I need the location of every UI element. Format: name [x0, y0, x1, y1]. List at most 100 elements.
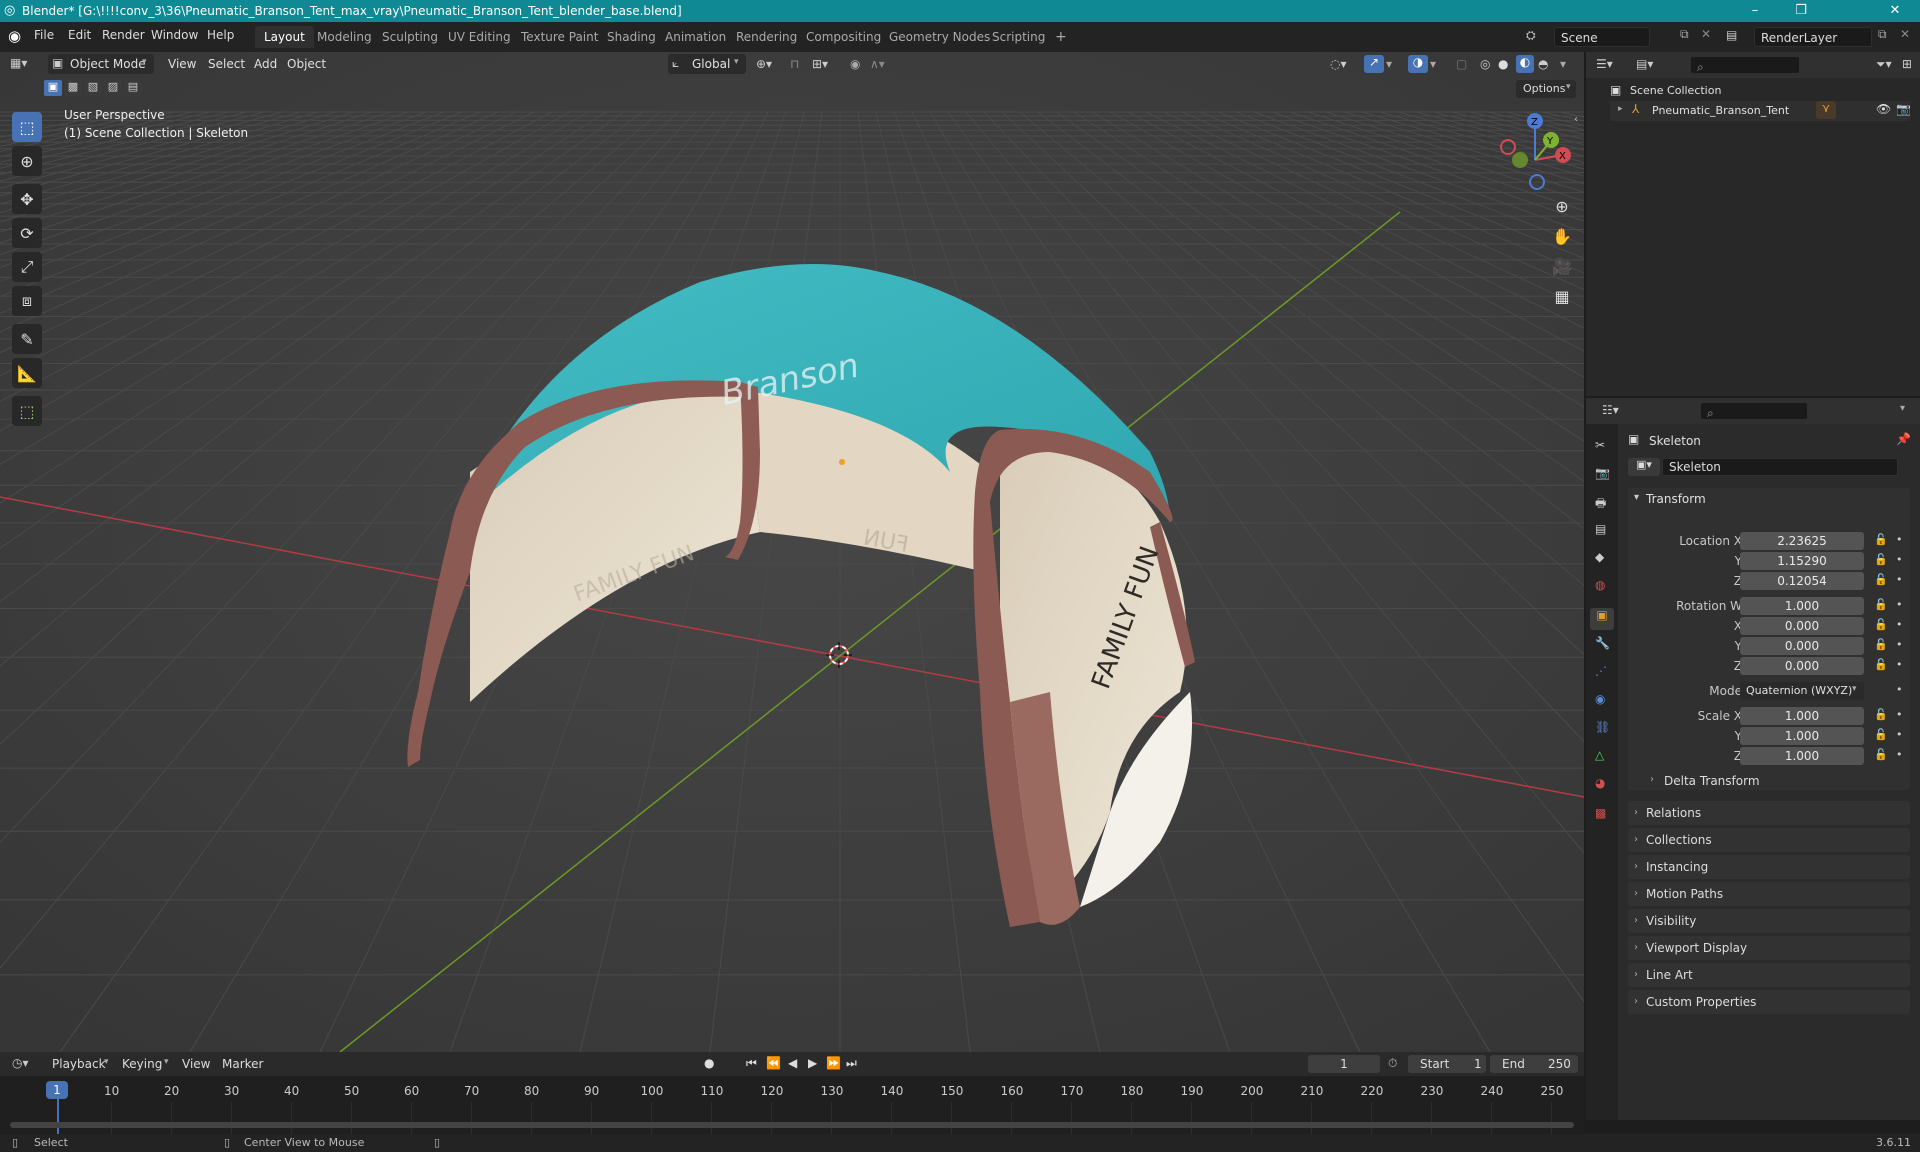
minimize-button[interactable]: –	[1732, 0, 1778, 22]
location-x-field[interactable]: 2.23625	[1740, 532, 1864, 550]
annotate-tool[interactable]: ✎	[12, 324, 42, 354]
armature-data-icon[interactable]: ⋎	[1816, 101, 1836, 119]
transform-tool[interactable]: ⧈	[12, 286, 42, 316]
select-subtract-icon[interactable]: ▧	[84, 80, 102, 96]
unlock-icon[interactable]: 🔓	[1874, 658, 1888, 671]
pan-hand-icon[interactable]: ✋	[1548, 222, 1576, 250]
location-z-field[interactable]: 0.12054	[1740, 572, 1864, 590]
prev-keyframe-icon[interactable]: ⏪	[766, 1056, 781, 1070]
next-keyframe-icon[interactable]: ⏩	[826, 1056, 841, 1070]
proportional-edit-icon[interactable]: ◉	[850, 57, 860, 71]
location-y-field[interactable]: 1.15290	[1740, 552, 1864, 570]
unlock-icon[interactable]: 🔓	[1874, 708, 1888, 721]
tab-uv-editing[interactable]: UV Editing	[439, 26, 520, 48]
menu-edit[interactable]: Edit	[68, 28, 91, 42]
keyframe-dot-icon[interactable]: •	[1896, 748, 1903, 761]
properties-editor-icon[interactable]: ☷▾	[1602, 403, 1619, 417]
view-layer-tab-icon[interactable]: ▤	[1595, 522, 1606, 536]
end-frame-field[interactable]: End 250	[1490, 1055, 1578, 1073]
add-cube-tool[interactable]: ⬚	[12, 396, 42, 426]
mode-dropdown[interactable]: ▣ Object Mode ▾	[48, 54, 154, 74]
data-tab-icon[interactable]: △	[1595, 748, 1604, 762]
keyframe-dot-icon[interactable]: •	[1896, 658, 1903, 671]
unlock-icon[interactable]: 🔓	[1874, 618, 1888, 631]
select-extend-icon[interactable]: ▩	[64, 80, 82, 96]
keyframe-dot-icon[interactable]: •	[1896, 598, 1903, 611]
panel-collections[interactable]: › Collections	[1628, 828, 1910, 852]
unlock-icon[interactable]: 🔓	[1874, 748, 1888, 761]
tab-geometry-nodes[interactable]: Geometry Nodes	[880, 26, 999, 48]
keyframe-dot-icon[interactable]: •	[1896, 553, 1903, 566]
timeline-menu-marker[interactable]: Marker	[222, 1057, 263, 1071]
timeline-scrollbar[interactable]	[10, 1122, 1574, 1128]
jump-start-icon[interactable]: ⏮	[746, 1056, 757, 1071]
outliner-editor-icon[interactable]: ☰▾	[1596, 57, 1613, 71]
unlock-icon[interactable]: 🔓	[1874, 553, 1888, 566]
material-tab-icon[interactable]: ◕	[1595, 776, 1605, 790]
snap-target-icon[interactable]: ⊞▾	[812, 57, 828, 71]
playhead[interactable]: 1	[46, 1081, 68, 1099]
visibility-icon[interactable]: ◌▾	[1330, 57, 1347, 71]
menu-window[interactable]: Window	[151, 28, 198, 42]
texture-tab-icon[interactable]: ▩	[1595, 806, 1606, 820]
object-name-field[interactable]: Skeleton	[1662, 458, 1898, 476]
keyframe-dot-icon[interactable]: •	[1896, 708, 1903, 721]
maximize-button[interactable]: ❐	[1778, 0, 1824, 22]
xray-icon[interactable]: ▢	[1456, 57, 1467, 71]
rotation-z-field[interactable]: 0.000	[1740, 657, 1864, 675]
snap-icon[interactable]: ⊓	[790, 57, 799, 71]
pivot-point-icon[interactable]: ⊕▾	[756, 57, 772, 71]
scale-y-field[interactable]: 1.000	[1740, 727, 1864, 745]
scene-tab-icon[interactable]: ◆	[1595, 550, 1604, 564]
scale-tool[interactable]: ⤢	[12, 252, 42, 282]
select-invert-icon[interactable]: ▨	[104, 80, 122, 96]
chevron-down-icon[interactable]: ▾	[1430, 57, 1436, 71]
rotation-x-field[interactable]: 0.000	[1740, 617, 1864, 635]
tab-texture-paint[interactable]: Texture Paint	[512, 26, 607, 48]
outliner-search-input[interactable]: ⌕	[1690, 56, 1800, 74]
display-mode-icon[interactable]: ▤▾	[1636, 57, 1653, 71]
play-reverse-icon[interactable]: ◀	[788, 1056, 797, 1070]
constraints-tab-icon[interactable]: ⛓	[1595, 720, 1610, 734]
tab-modeling[interactable]: Modeling	[308, 26, 381, 48]
rotation-mode-dropdown[interactable]: Quaternion (WXYZ) ▾	[1740, 682, 1864, 700]
overlay-toggle-icon[interactable]: ◑	[1408, 55, 1428, 73]
delta-transform-subpanel[interactable]: › Delta Transform	[1640, 772, 1900, 792]
unlock-icon[interactable]: 🔓	[1874, 638, 1888, 651]
scale-z-field[interactable]: 1.000	[1740, 747, 1864, 765]
record-icon[interactable]: ●	[704, 1056, 714, 1070]
keyframe-dot-icon[interactable]: •	[1896, 573, 1903, 586]
timeline-menu-playback[interactable]: Playback	[52, 1057, 106, 1071]
rotation-y-field[interactable]: 0.000	[1740, 637, 1864, 655]
tab-rendering[interactable]: Rendering	[727, 26, 806, 48]
timeline-menu-keying[interactable]: Keying	[122, 1057, 162, 1071]
keyframe-dot-icon[interactable]: •	[1896, 533, 1903, 546]
solid-shading-icon[interactable]: ●	[1498, 57, 1508, 71]
measure-tool[interactable]: 📐	[12, 358, 42, 388]
delete-layer-icon[interactable]: ✕	[1900, 27, 1910, 41]
modifier-tab-icon[interactable]: 🔧	[1595, 636, 1610, 650]
tool-tab-icon[interactable]: ✂	[1595, 438, 1605, 452]
render-layer-field[interactable]: RenderLayer	[1754, 27, 1872, 47]
tab-scripting[interactable]: Scripting	[983, 26, 1054, 48]
view-layer-icon[interactable]: ▤	[1726, 28, 1737, 42]
timeline-menu-view[interactable]: View	[182, 1057, 210, 1071]
keyframe-dot-icon[interactable]: •	[1896, 618, 1903, 631]
unlock-icon[interactable]: 🔓	[1874, 573, 1888, 586]
viewport-menu-select[interactable]: Select	[208, 57, 245, 71]
delete-scene-icon[interactable]: ✕	[1701, 27, 1711, 41]
panel-instancing[interactable]: › Instancing	[1628, 855, 1910, 879]
panel-custom-properties[interactable]: › Custom Properties	[1628, 990, 1910, 1014]
add-workspace-button[interactable]: +	[1046, 26, 1076, 48]
rotate-tool[interactable]: ⟳	[12, 218, 42, 248]
render-tab-icon[interactable]: 📷	[1595, 466, 1610, 480]
panel-line-art[interactable]: › Line Art	[1628, 963, 1910, 987]
start-frame-field[interactable]: Start 1	[1408, 1055, 1486, 1073]
rotation-w-field[interactable]: 1.000	[1740, 597, 1864, 615]
outliner-row-scene-collection[interactable]: ▣ Scene Collection	[1610, 82, 1910, 100]
object-tab-icon[interactable]: ▣	[1590, 608, 1614, 630]
transform-header[interactable]: Transform	[1646, 492, 1706, 506]
eye-icon[interactable]: 👁	[1876, 102, 1891, 116]
3d-viewport[interactable]: Branson FAMILY FUN FUN FAMILY FUN Z X Y	[0, 52, 1584, 1052]
keyframe-dot-icon[interactable]: •	[1896, 638, 1903, 651]
